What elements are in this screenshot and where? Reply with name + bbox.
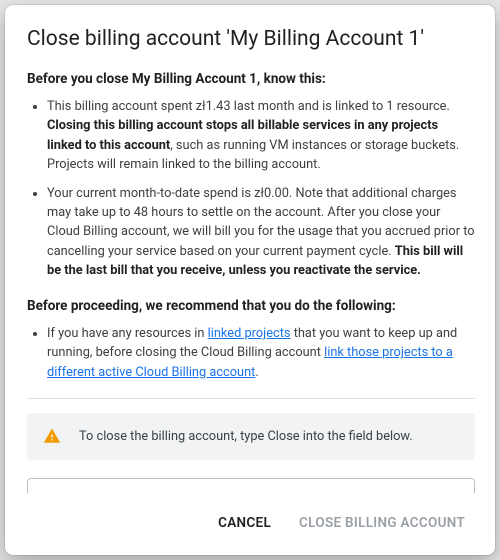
dialog-content: Before you close My Billing Account 1, k… [27,69,475,493]
dialog-actions: CANCEL CLOSE BILLING ACCOUNT [27,493,475,545]
info-list-2: If you have any resources in linked proj… [27,324,475,382]
confirmation-alert: To close the billing account, type Close… [27,413,475,460]
text: . [255,365,258,380]
cancel-button[interactable]: CANCEL [208,507,281,539]
section-heading-know-this: Before you close My Billing Account 1, k… [27,69,475,89]
close-billing-dialog: Close billing account 'My Billing Accoun… [5,5,495,555]
info-list-1: This billing account spent zł1.43 last m… [27,97,475,280]
warning-icon [43,427,61,445]
close-billing-account-button[interactable]: CLOSE BILLING ACCOUNT [289,507,475,539]
list-item: If you have any resources in linked proj… [47,324,475,382]
text: If you have any resources in [47,326,208,341]
linked-projects-link[interactable]: linked projects [208,326,291,341]
list-item: Your current month-to-date spend is zł0.… [47,184,475,280]
alert-text: To close the billing account, type Close… [79,427,413,446]
dialog-title: Close billing account 'My Billing Accoun… [27,27,475,51]
confirm-input-wrapper[interactable] [27,478,475,493]
divider [27,398,475,399]
list-item: This billing account spent zł1.43 last m… [47,97,475,174]
section-heading-recommend: Before proceeding, we recommend that you… [27,296,475,316]
text: This billing account spent zł1.43 last m… [47,99,450,114]
